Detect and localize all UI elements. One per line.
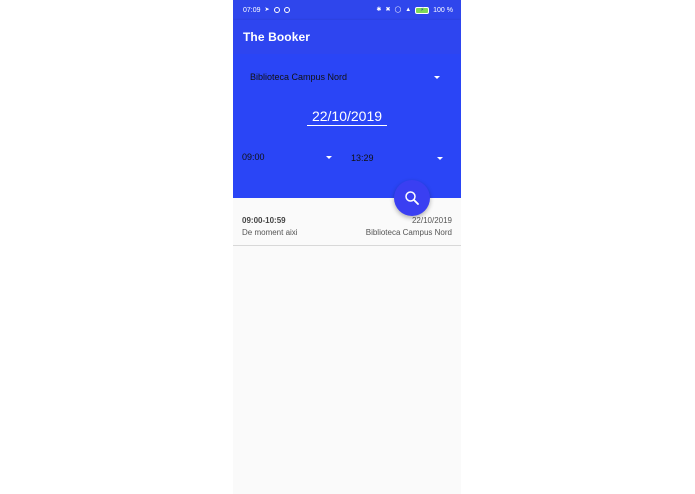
end-time-value: 13:29 [351, 153, 374, 163]
app-bar: The Booker [233, 20, 461, 54]
navigation-icon: ➤ [264, 7, 270, 13]
battery-icon: ⚡ [415, 6, 430, 14]
silent-icon: ✖ [385, 7, 391, 13]
chevron-down-icon [326, 155, 332, 159]
library-select-value: Biblioteca Campus Nord [250, 72, 348, 82]
app-title: The Booker [243, 30, 311, 44]
start-time-value: 09:00 [242, 152, 265, 162]
search-button[interactable] [394, 180, 430, 216]
status-bar: 07:09 ➤ ✱ ✖ ◯ ▲ ⚡ 100 % [233, 0, 461, 20]
status-time: 07:09 [243, 6, 261, 14]
library-select[interactable]: Biblioteca Campus Nord [250, 69, 440, 85]
list-item[interactable]: 09:00-10:59 De moment aixi 22/10/2019 Bi… [233, 208, 461, 246]
date-field[interactable]: 22/10/2019 [307, 106, 387, 126]
telegram-icon [273, 7, 280, 13]
sync-icon [283, 7, 290, 13]
start-time-select[interactable]: 09:00 [242, 150, 332, 164]
battery-text: 100 % [433, 6, 453, 14]
search-icon [405, 191, 419, 205]
search-panel: Biblioteca Campus Nord 22/10/2019 09:00 … [233, 54, 461, 198]
booking-time-range: 09:00-10:59 [242, 216, 286, 225]
status-right: ✱ ✖ ◯ ▲ ⚡ 100 % [376, 6, 453, 14]
booking-place: Biblioteca Campus Nord [365, 228, 452, 237]
booking-date: 22/10/2019 [411, 216, 452, 225]
signal-icon: ▲ [405, 7, 412, 13]
chevron-down-icon [437, 156, 443, 160]
status-left: 07:09 ➤ [243, 7, 290, 14]
end-time-select[interactable]: 13:29 [351, 151, 443, 165]
phone-screen: 07:09 ➤ ✱ ✖ ◯ ▲ ⚡ 100 % The Booker Bibli… [233, 0, 461, 494]
bluetooth-icon: ✱ [376, 7, 382, 13]
chevron-down-icon [434, 75, 440, 79]
booking-description: De moment aixi [242, 228, 298, 237]
alarm-icon: ◯ [394, 7, 402, 13]
